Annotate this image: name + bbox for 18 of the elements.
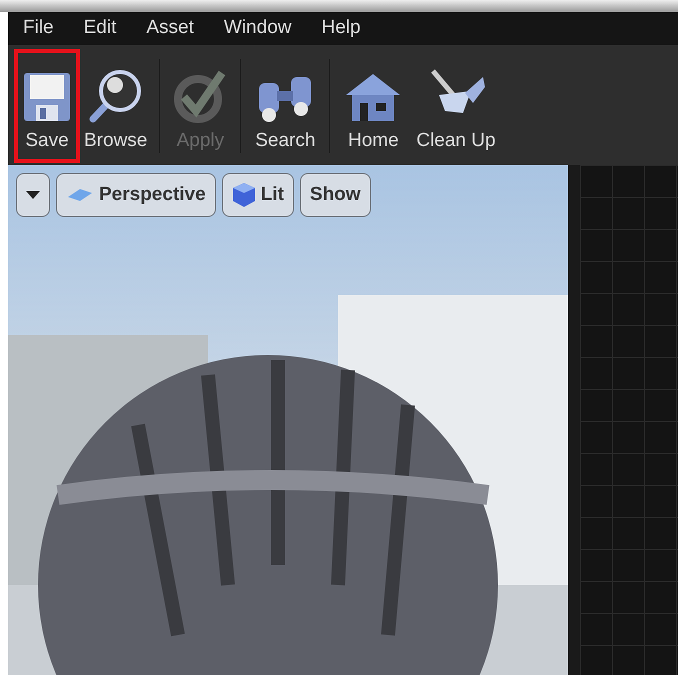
menu-item[interactable]: File — [8, 14, 69, 43]
show-button[interactable]: Show — [300, 173, 371, 217]
search-button[interactable]: Search — [247, 51, 324, 161]
home-button[interactable]: Home — [336, 51, 410, 161]
browse-button[interactable]: Browse — [78, 51, 154, 161]
lit-button[interactable]: Lit — [222, 173, 294, 217]
perspective-button[interactable]: Perspective — [56, 173, 216, 217]
save-button[interactable]: Save — [16, 51, 78, 161]
plane-icon — [66, 187, 94, 203]
dropdown-button[interactable] — [16, 173, 50, 217]
menu-item[interactable]: Edit — [68, 14, 132, 43]
cleanup-button[interactable]: Clean Up — [410, 51, 502, 161]
menu-item[interactable]: Asset — [131, 14, 209, 43]
checkmark-icon — [172, 68, 228, 122]
caret-icon — [26, 191, 40, 199]
menu-item[interactable]: Help — [306, 14, 376, 43]
menu-item[interactable]: Window — [208, 14, 306, 43]
cube-icon — [232, 182, 256, 208]
